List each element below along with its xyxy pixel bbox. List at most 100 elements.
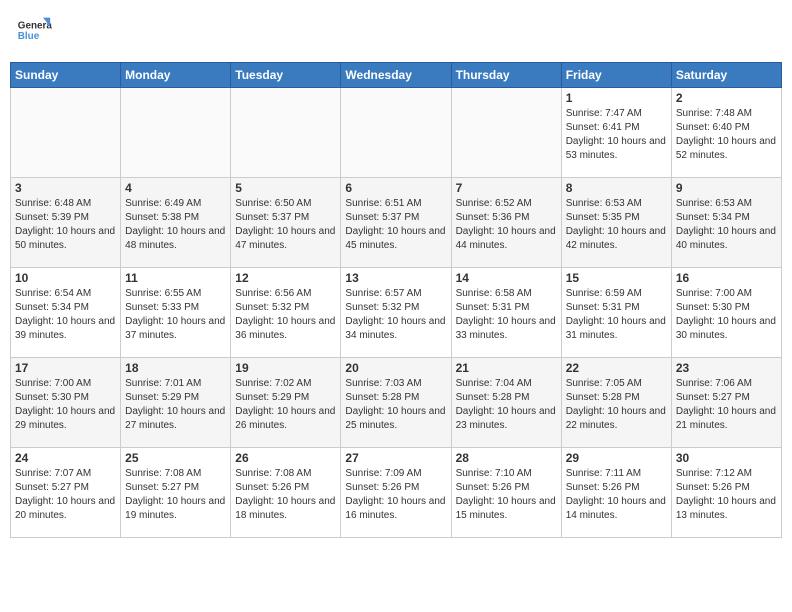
weekday-header: Wednesday — [341, 63, 451, 88]
calendar-cell: 4 Sunrise: 6:49 AM Sunset: 5:38 PM Daylig… — [121, 178, 231, 268]
day-info: Sunrise: 6:53 AM Sunset: 5:34 PM Dayligh… — [676, 197, 777, 253]
day-number: 23 — [676, 361, 777, 375]
day-info: Sunrise: 7:08 AM Sunset: 5:26 PM Dayligh… — [235, 467, 336, 523]
calendar-week-row: 17 Sunrise: 7:00 AM Sunset: 5:30 PM Dayli… — [11, 358, 782, 448]
day-info: Sunrise: 7:06 AM Sunset: 5:27 PM Dayligh… — [676, 377, 777, 433]
day-number: 28 — [456, 451, 557, 465]
day-info: Sunrise: 6:58 AM Sunset: 5:31 PM Dayligh… — [456, 287, 557, 343]
calendar-cell: 2Sunrise: 7:48 AM Sunset: 6:40 PM Daylig… — [671, 88, 781, 178]
day-info: Sunrise: 6:52 AM Sunset: 5:36 PM Dayligh… — [456, 197, 557, 253]
day-number: 15 — [566, 271, 667, 285]
day-number: 10 — [15, 271, 116, 285]
day-number: 22 — [566, 361, 667, 375]
day-number: 8 — [566, 181, 667, 195]
calendar-cell — [11, 88, 121, 178]
day-info: Sunrise: 7:02 AM Sunset: 5:29 PM Dayligh… — [235, 377, 336, 433]
weekday-header: Tuesday — [231, 63, 341, 88]
calendar-cell: 29Sunrise: 7:11 AM Sunset: 5:26 PM Dayli… — [561, 448, 671, 538]
weekday-header: Sunday — [11, 63, 121, 88]
day-info: Sunrise: 7:00 AM Sunset: 5:30 PM Dayligh… — [676, 287, 777, 343]
calendar-cell: 17 Sunrise: 7:00 AM Sunset: 5:30 PM Dayli… — [11, 358, 121, 448]
calendar-cell: 16 Sunrise: 7:00 AM Sunset: 5:30 PM Dayli… — [671, 268, 781, 358]
calendar-cell: 23 Sunrise: 7:06 AM Sunset: 5:27 PM Dayli… — [671, 358, 781, 448]
calendar-cell: 26 Sunrise: 7:08 AM Sunset: 5:26 PM Dayli… — [231, 448, 341, 538]
day-number: 9 — [676, 181, 777, 195]
calendar-cell: 12Sunrise: 6:56 AM Sunset: 5:32 PM Dayli… — [231, 268, 341, 358]
calendar-cell: 20 Sunrise: 7:03 AM Sunset: 5:28 PM Dayli… — [341, 358, 451, 448]
calendar-cell: 24 Sunrise: 7:07 AM Sunset: 5:27 PM Dayli… — [11, 448, 121, 538]
day-info: Sunrise: 7:09 AM Sunset: 5:26 PM Dayligh… — [345, 467, 446, 523]
day-number: 6 — [345, 181, 446, 195]
page-header: GeneralBlue — [10, 10, 782, 54]
logo-icon: GeneralBlue — [16, 14, 52, 50]
calendar-cell — [121, 88, 231, 178]
calendar-week-row: 3Sunrise: 6:48 AM Sunset: 5:39 PM Daylig… — [11, 178, 782, 268]
calendar-cell: 15 Sunrise: 6:59 AM Sunset: 5:31 PM Dayli… — [561, 268, 671, 358]
calendar-week-row: 10 Sunrise: 6:54 AM Sunset: 5:34 PM Dayli… — [11, 268, 782, 358]
day-number: 24 — [15, 451, 116, 465]
calendar-week-row: 1 Sunrise: 7:47 AM Sunset: 6:41 PM Daylig… — [11, 88, 782, 178]
day-info: Sunrise: 7:05 AM Sunset: 5:28 PM Dayligh… — [566, 377, 667, 433]
day-number: 7 — [456, 181, 557, 195]
day-info: Sunrise: 6:48 AM Sunset: 5:39 PM Dayligh… — [15, 197, 116, 253]
day-info: Sunrise: 7:10 AM Sunset: 5:26 PM Dayligh… — [456, 467, 557, 523]
calendar-cell: 8 Sunrise: 6:53 AM Sunset: 5:35 PM Daylig… — [561, 178, 671, 268]
day-number: 4 — [125, 181, 226, 195]
calendar-cell: 1 Sunrise: 7:47 AM Sunset: 6:41 PM Daylig… — [561, 88, 671, 178]
calendar-cell — [341, 88, 451, 178]
day-number: 21 — [456, 361, 557, 375]
calendar-cell: 21 Sunrise: 7:04 AM Sunset: 5:28 PM Dayli… — [451, 358, 561, 448]
weekday-header: Saturday — [671, 63, 781, 88]
day-info: Sunrise: 7:03 AM Sunset: 5:28 PM Dayligh… — [345, 377, 446, 433]
calendar-cell — [451, 88, 561, 178]
calendar-cell: 27 Sunrise: 7:09 AM Sunset: 5:26 PM Dayli… — [341, 448, 451, 538]
logo: GeneralBlue — [16, 14, 52, 50]
day-info: Sunrise: 7:07 AM Sunset: 5:27 PM Dayligh… — [15, 467, 116, 523]
day-number: 18 — [125, 361, 226, 375]
calendar-cell: 25 Sunrise: 7:08 AM Sunset: 5:27 PM Dayli… — [121, 448, 231, 538]
day-info: Sunrise: 7:08 AM Sunset: 5:27 PM Dayligh… — [125, 467, 226, 523]
day-number: 30 — [676, 451, 777, 465]
day-info: Sunrise: 6:59 AM Sunset: 5:31 PM Dayligh… — [566, 287, 667, 343]
day-info: Sunrise: 6:53 AM Sunset: 5:35 PM Dayligh… — [566, 197, 667, 253]
calendar-week-row: 24 Sunrise: 7:07 AM Sunset: 5:27 PM Dayli… — [11, 448, 782, 538]
calendar-cell: 30 Sunrise: 7:12 AM Sunset: 5:26 PM Dayli… — [671, 448, 781, 538]
calendar-cell: 14 Sunrise: 6:58 AM Sunset: 5:31 PM Dayli… — [451, 268, 561, 358]
day-number: 27 — [345, 451, 446, 465]
day-info: Sunrise: 7:47 AM Sunset: 6:41 PM Dayligh… — [566, 107, 667, 163]
day-number: 29 — [566, 451, 667, 465]
weekday-header: Thursday — [451, 63, 561, 88]
calendar-cell: 10 Sunrise: 6:54 AM Sunset: 5:34 PM Dayli… — [11, 268, 121, 358]
day-number: 11 — [125, 271, 226, 285]
calendar-header-row: SundayMondayTuesdayWednesdayThursdayFrid… — [11, 63, 782, 88]
day-info: Sunrise: 6:49 AM Sunset: 5:38 PM Dayligh… — [125, 197, 226, 253]
day-info: Sunrise: 6:55 AM Sunset: 5:33 PM Dayligh… — [125, 287, 226, 343]
day-info: Sunrise: 6:51 AM Sunset: 5:37 PM Dayligh… — [345, 197, 446, 253]
weekday-header: Friday — [561, 63, 671, 88]
day-number: 1 — [566, 91, 667, 105]
day-info: Sunrise: 6:56 AM Sunset: 5:32 PM Dayligh… — [235, 287, 336, 343]
calendar-cell — [231, 88, 341, 178]
day-info: Sunrise: 7:00 AM Sunset: 5:30 PM Dayligh… — [15, 377, 116, 433]
calendar-cell: 11 Sunrise: 6:55 AM Sunset: 5:33 PM Dayli… — [121, 268, 231, 358]
day-number: 19 — [235, 361, 336, 375]
calendar-cell: 5 Sunrise: 6:50 AM Sunset: 5:37 PM Daylig… — [231, 178, 341, 268]
day-number: 2 — [676, 91, 777, 105]
day-number: 17 — [15, 361, 116, 375]
day-number: 16 — [676, 271, 777, 285]
day-info: Sunrise: 7:04 AM Sunset: 5:28 PM Dayligh… — [456, 377, 557, 433]
calendar-cell: 9 Sunrise: 6:53 AM Sunset: 5:34 PM Daylig… — [671, 178, 781, 268]
day-info: Sunrise: 7:12 AM Sunset: 5:26 PM Dayligh… — [676, 467, 777, 523]
day-number: 26 — [235, 451, 336, 465]
calendar-cell: 13Sunrise: 6:57 AM Sunset: 5:32 PM Dayli… — [341, 268, 451, 358]
calendar-cell: 19 Sunrise: 7:02 AM Sunset: 5:29 PM Dayli… — [231, 358, 341, 448]
day-number: 13 — [345, 271, 446, 285]
weekday-header: Monday — [121, 63, 231, 88]
day-info: Sunrise: 6:54 AM Sunset: 5:34 PM Dayligh… — [15, 287, 116, 343]
day-number: 14 — [456, 271, 557, 285]
calendar-cell: 18Sunrise: 7:01 AM Sunset: 5:29 PM Dayli… — [121, 358, 231, 448]
day-number: 20 — [345, 361, 446, 375]
day-info: Sunrise: 6:50 AM Sunset: 5:37 PM Dayligh… — [235, 197, 336, 253]
day-number: 5 — [235, 181, 336, 195]
day-number: 25 — [125, 451, 226, 465]
